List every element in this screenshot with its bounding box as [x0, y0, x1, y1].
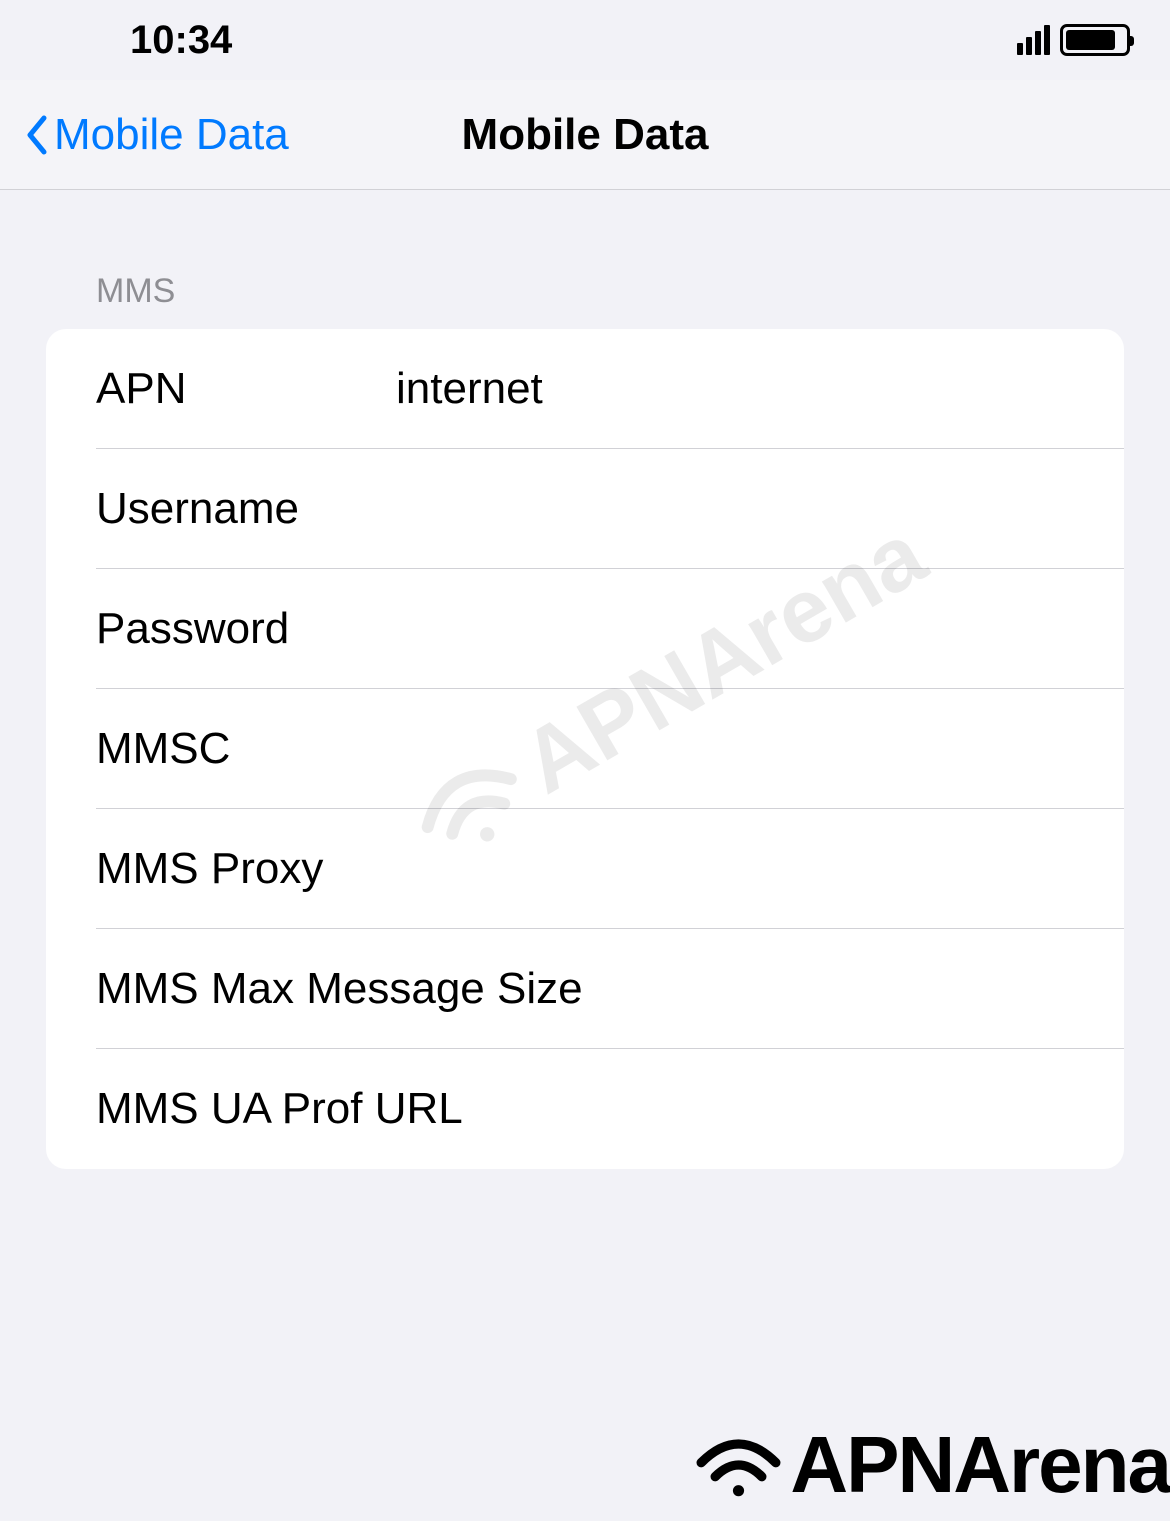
- status-icons: [1017, 24, 1130, 56]
- settings-group: APN Username Password MMSC MMS Proxy MMS…: [46, 329, 1124, 1169]
- status-time: 10:34: [130, 18, 232, 63]
- input-apn[interactable]: [396, 364, 1074, 414]
- nav-bar: Mobile Data Mobile Data: [0, 80, 1170, 190]
- battery-icon: [1060, 24, 1130, 56]
- input-mms-max-size[interactable]: [1074, 964, 1124, 1014]
- back-button[interactable]: Mobile Data: [24, 110, 289, 160]
- section-header-mms: MMS: [46, 190, 1124, 329]
- row-mmsc[interactable]: MMSC: [46, 689, 1124, 809]
- label-mms-ua-prof: MMS UA Prof URL: [96, 1084, 1074, 1134]
- label-mmsc: MMSC: [96, 724, 396, 774]
- label-apn: APN: [96, 364, 396, 414]
- footer-logo: APNArena: [691, 1419, 1170, 1511]
- label-password: Password: [96, 604, 396, 654]
- row-apn[interactable]: APN: [46, 329, 1124, 449]
- input-password[interactable]: [396, 604, 1074, 654]
- label-username: Username: [96, 484, 396, 534]
- input-mms-ua-prof[interactable]: [1074, 1084, 1124, 1134]
- signal-icon: [1017, 25, 1050, 55]
- page-title: Mobile Data: [462, 110, 709, 160]
- content-area: MMS APN Username Password MMSC MMS Proxy…: [0, 190, 1170, 1169]
- status-bar: 10:34: [0, 0, 1170, 80]
- input-mmsc[interactable]: [396, 724, 1074, 774]
- row-username[interactable]: Username: [46, 449, 1124, 569]
- input-mms-proxy[interactable]: [396, 844, 1074, 894]
- label-mms-max-size: MMS Max Message Size: [96, 964, 1074, 1014]
- row-mms-max-size[interactable]: MMS Max Message Size: [46, 929, 1124, 1049]
- back-label: Mobile Data: [54, 110, 289, 160]
- footer-text: APNArena: [790, 1419, 1170, 1511]
- chevron-left-icon: [24, 114, 48, 156]
- row-mms-proxy[interactable]: MMS Proxy: [46, 809, 1124, 929]
- input-username[interactable]: [396, 484, 1074, 534]
- label-mms-proxy: MMS Proxy: [96, 844, 396, 894]
- row-password[interactable]: Password: [46, 569, 1124, 689]
- row-mms-ua-prof[interactable]: MMS UA Prof URL: [46, 1049, 1124, 1169]
- wifi-icon: [691, 1430, 786, 1500]
